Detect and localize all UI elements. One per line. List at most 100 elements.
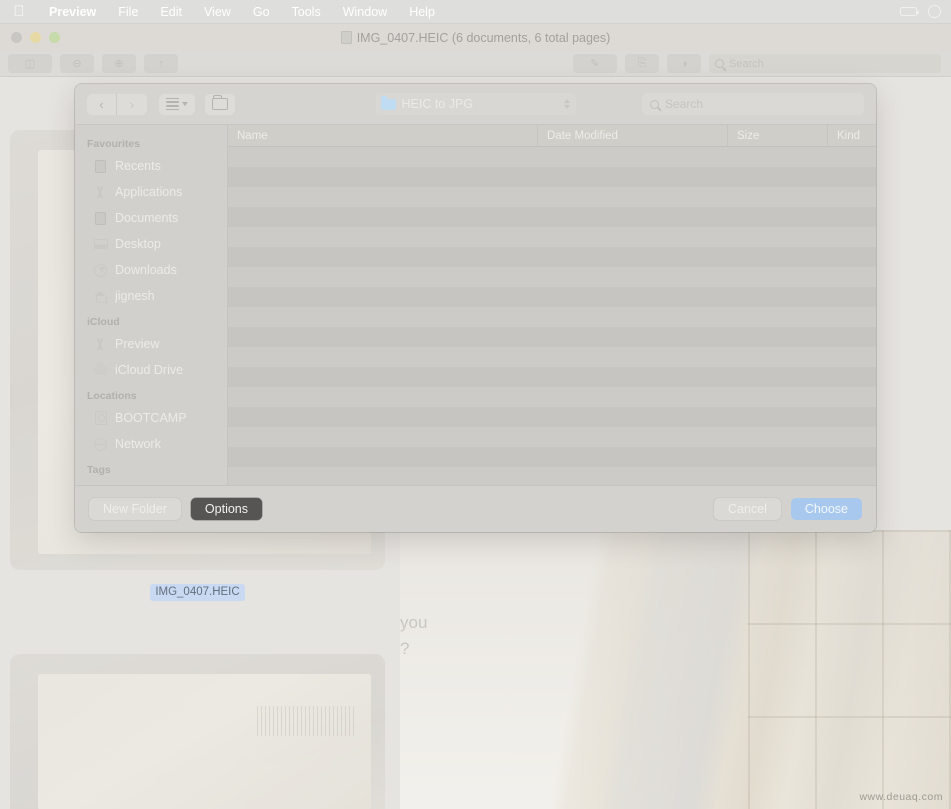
sidebar-item-downloads[interactable]: Downloads — [75, 257, 227, 283]
wall-text: you ? — [400, 613, 428, 658]
apple-logo-icon[interactable]:  — [12, 4, 26, 20]
file-list-pane[interactable]: Name Date Modified Size Kind — [228, 124, 876, 485]
table-row[interactable] — [228, 367, 876, 387]
table-row[interactable] — [228, 147, 876, 167]
sidebar-item-network[interactable]: Network — [75, 431, 227, 457]
dialog-body: Favourites Recents Applications Document… — [75, 124, 876, 485]
table-row[interactable] — [228, 287, 876, 307]
dialog-search-input[interactable]: Search — [642, 93, 864, 115]
new-folder-toolbar-button[interactable] — [205, 93, 235, 115]
cancel-button[interactable]: Cancel — [713, 498, 781, 520]
column-header-kind[interactable]: Kind — [828, 125, 876, 147]
sidebar-item-recents[interactable]: Recents — [75, 153, 227, 179]
forward-button[interactable]: › — [117, 93, 147, 115]
choose-button[interactable]: Choose — [790, 498, 862, 520]
up-down-chevron-icon — [563, 99, 570, 109]
file-list-rows[interactable] — [228, 147, 876, 485]
sidebar-section-icloud: iCloud — [87, 316, 120, 328]
menu-bar:  Preview File Edit View Go Tools Window… — [0, 0, 951, 24]
menu-item-window[interactable]: Window — [332, 0, 398, 24]
table-row[interactable] — [228, 327, 876, 347]
cloud-icon — [93, 362, 108, 378]
new-folder-button[interactable]: New Folder — [89, 498, 181, 520]
thumbnail-texture — [257, 706, 357, 736]
sidebar-item-icloud-drive[interactable]: iCloud Drive — [75, 357, 227, 383]
table-row[interactable] — [228, 387, 876, 407]
table-row[interactable] — [228, 207, 876, 227]
menu-item-tools[interactable]: Tools — [281, 0, 332, 24]
dialog-toolbar: ‹ › HEIC to JPG Search — [75, 84, 876, 124]
table-row[interactable] — [228, 247, 876, 267]
thumbnail-image — [38, 674, 371, 809]
sidebar-item-label: Network — [115, 437, 161, 451]
table-row[interactable] — [228, 347, 876, 367]
sidebar-item-applications[interactable]: Applications — [75, 179, 227, 205]
folder-icon — [380, 96, 396, 110]
sidebar-section-locations: Locations — [87, 390, 137, 402]
sidebar-item-label: Recents — [115, 159, 161, 173]
sidebar-item-bootcamp[interactable]: BOOTCAMP — [75, 405, 227, 431]
sidebar-item-desktop[interactable]: Desktop — [75, 231, 227, 257]
table-row[interactable] — [228, 187, 876, 207]
menu-item-preview[interactable]: Preview — [38, 0, 107, 24]
table-row[interactable] — [228, 407, 876, 427]
table-row[interactable] — [228, 267, 876, 287]
current-folder-label: HEIC to JPG — [401, 97, 474, 111]
menu-item-view[interactable]: View — [193, 0, 242, 24]
file-list-header: Name Date Modified Size Kind — [228, 124, 876, 147]
dialog-sidebar[interactable]: Favourites Recents Applications Document… — [75, 125, 228, 485]
column-header-size[interactable]: Size — [728, 124, 828, 147]
dialog-search-placeholder: Search — [665, 97, 704, 111]
sidebar-item-label: Desktop — [115, 237, 161, 251]
search-icon — [650, 99, 659, 109]
sidebar-section-favourites: Favourites — [87, 138, 141, 150]
table-row[interactable] — [228, 467, 876, 485]
table-row[interactable] — [228, 447, 876, 467]
dialog-footer: New Folder Options Cancel Choose — [75, 485, 876, 532]
options-button[interactable]: Options — [190, 498, 263, 520]
menu-item-file[interactable]: File — [107, 0, 149, 24]
menu-item-go[interactable]: Go — [242, 0, 281, 24]
vertical-scrollbar[interactable] — [866, 147, 876, 485]
sidebar-item-label: jignesh — [115, 289, 155, 303]
menu-item-edit[interactable]: Edit — [149, 0, 193, 24]
back-button[interactable]: ‹ — [87, 93, 117, 115]
drive-icon — [93, 411, 108, 426]
sidebar-item-label: Downloads — [115, 263, 177, 277]
watermark: www.deuaq.com — [859, 791, 943, 803]
menu-item-help[interactable]: Help — [398, 0, 446, 24]
background-photo: you ? — [400, 530, 951, 809]
chevron-down-icon — [182, 102, 188, 106]
menu-bar-status-area — [895, 4, 951, 20]
sidebar-item-jignesh[interactable]: jignesh — [75, 283, 227, 309]
desktop-icon — [93, 237, 108, 252]
column-header-name[interactable]: Name — [228, 124, 538, 147]
control-center-icon[interactable] — [923, 4, 945, 20]
sidebar-item-documents[interactable]: Documents — [75, 205, 227, 231]
navigation-segmented-control: ‹ › — [87, 93, 147, 115]
view-options-button[interactable] — [159, 93, 195, 115]
selected-file-name[interactable]: IMG_0407.HEIC — [150, 584, 245, 601]
sidebar-item-preview[interactable]: Preview — [75, 331, 227, 357]
sidebar-item-label: Applications — [115, 185, 183, 199]
column-header-date-modified[interactable]: Date Modified — [538, 124, 728, 147]
battery-icon[interactable] — [897, 4, 919, 20]
preview-app-icon — [93, 337, 108, 352]
table-row[interactable] — [228, 307, 876, 327]
network-icon — [93, 437, 108, 452]
file-chooser-dialog: ‹ › HEIC to JPG Search Favourites Recent… — [75, 84, 876, 532]
page-thumbnail-2[interactable] — [10, 654, 385, 809]
list-view-icon — [166, 97, 179, 111]
new-folder-icon — [212, 95, 228, 110]
table-row[interactable] — [228, 167, 876, 187]
downloads-icon — [93, 263, 108, 278]
table-row[interactable] — [228, 227, 876, 247]
applications-icon — [93, 185, 108, 200]
path-popup-button[interactable]: HEIC to JPG — [375, 93, 576, 115]
documents-icon — [93, 211, 108, 226]
sidebar-section-tags: Tags — [87, 464, 111, 476]
table-row[interactable] — [228, 427, 876, 447]
thumbnail-label-row: IMG_0407.HEIC — [0, 582, 395, 601]
sidebar-item-label: Documents — [115, 211, 179, 225]
sidebar-item-label: iCloud Drive — [115, 363, 184, 377]
